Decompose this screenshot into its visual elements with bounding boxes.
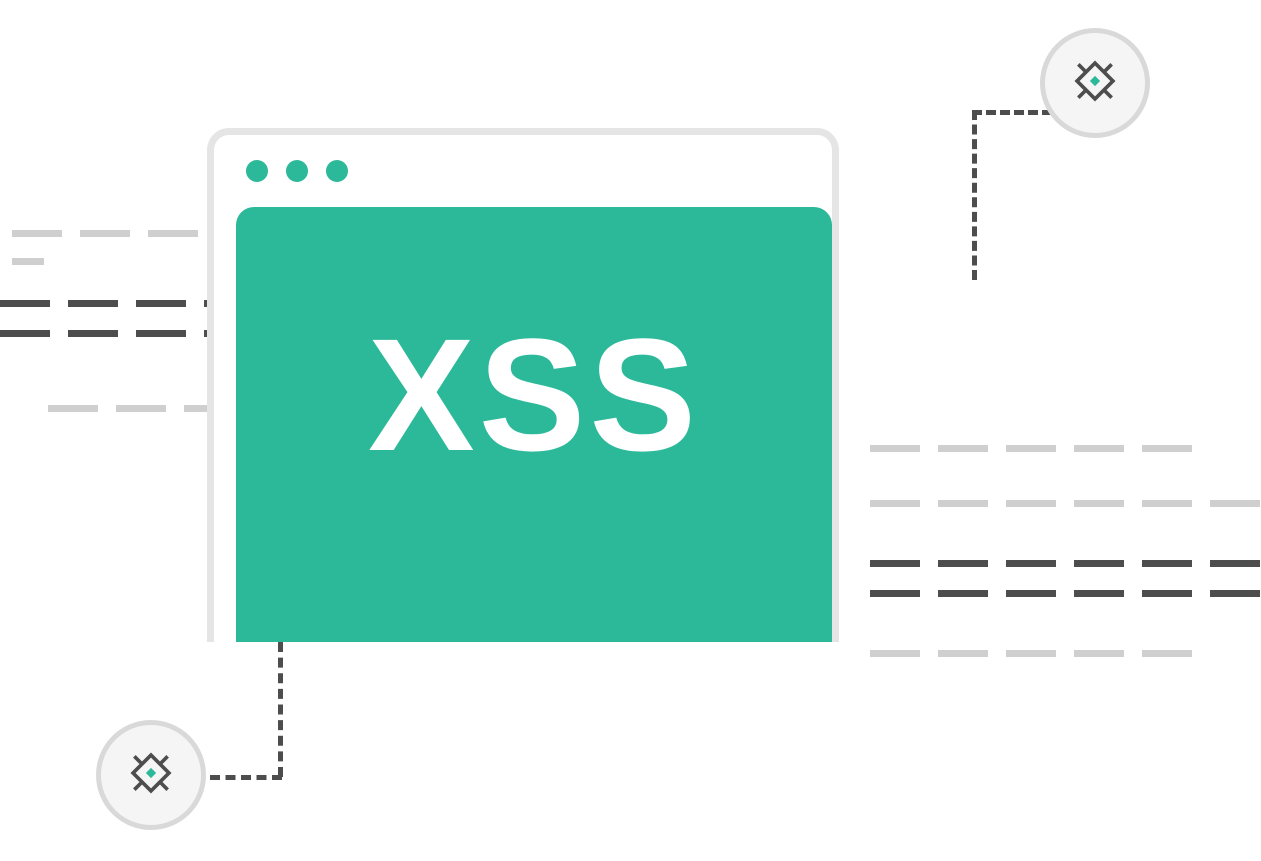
bug-chip-icon <box>1066 52 1124 115</box>
browser-titlebar <box>214 135 832 207</box>
xss-label: XSS <box>368 303 700 487</box>
browser-content: XSS <box>236 207 832 642</box>
bug-badge-top-right <box>1040 28 1150 138</box>
motion-lines-right-4 <box>870 590 1260 597</box>
connector-bottom-vertical <box>278 642 283 777</box>
motion-lines-left-2 <box>12 258 44 265</box>
window-dot-2 <box>286 160 308 182</box>
bug-chip-icon <box>122 744 180 807</box>
motion-lines-right-5 <box>870 650 1192 657</box>
connector-top-horizontal <box>972 110 1052 115</box>
xss-diagram: XSS <box>0 0 1261 861</box>
motion-lines-right-1 <box>870 445 1192 452</box>
window-dot-3 <box>326 160 348 182</box>
browser-window: XSS <box>207 128 839 642</box>
window-dot-1 <box>246 160 268 182</box>
motion-lines-right-2 <box>870 500 1260 507</box>
bug-badge-bottom-left <box>96 720 206 830</box>
motion-lines-right-3 <box>870 560 1260 567</box>
connector-bottom-horizontal <box>210 775 282 780</box>
connector-top-vertical <box>972 110 977 280</box>
